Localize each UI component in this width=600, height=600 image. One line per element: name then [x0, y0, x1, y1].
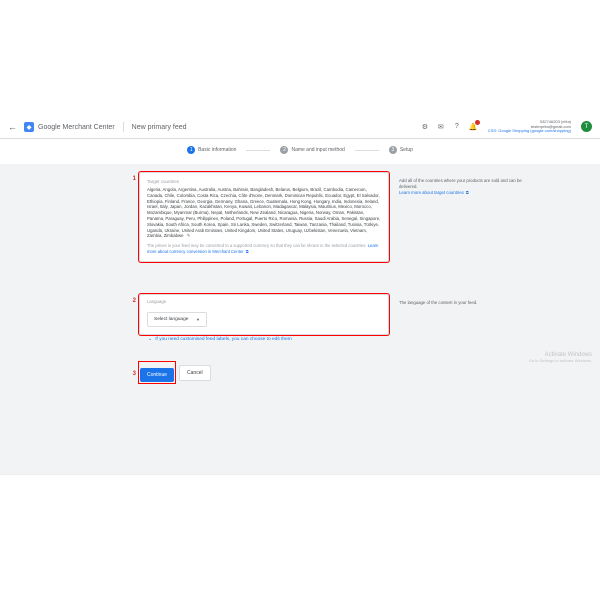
- language-row: 2 Language Select language ▼ The languag…: [130, 294, 529, 335]
- target-countries-row: 1 Target countries Algeria, Angola, Arge…: [130, 172, 529, 262]
- stepper: 1 Basic information 2 Name and input met…: [0, 146, 600, 154]
- annotation-2: 2: [130, 298, 136, 335]
- step-number-icon: 1: [187, 146, 195, 154]
- logo-mark-icon: ◆: [24, 122, 34, 132]
- footer-text: The prices in your feed may be converted…: [147, 243, 368, 248]
- target-countries-footer: The prices in your feed may be converted…: [147, 243, 381, 254]
- continue-annotation-box: Continue: [139, 362, 175, 383]
- step-setup[interactable]: 3 Setup: [389, 146, 413, 154]
- continue-button[interactable]: Continue: [140, 368, 174, 382]
- step-separator: [246, 150, 270, 151]
- language-select-value: Select language: [154, 317, 188, 322]
- step-label: Name and input method: [291, 147, 344, 153]
- language-help-text: The language of the content in your feed…: [399, 300, 529, 306]
- watermark-line2: Go to Settings to activate Windows.: [529, 358, 592, 363]
- annotation-1: 1: [130, 176, 136, 262]
- chevron-down-icon: ▼: [196, 317, 200, 322]
- custom-feed-labels-text: If you need customised feed labels, you …: [155, 337, 292, 342]
- target-countries-learn-link[interactable]: Learn more about target countries ⧉: [399, 190, 469, 195]
- external-icon: ⧉: [465, 190, 469, 195]
- target-countries-list: Algeria, Angola, Argentina, Australia, A…: [147, 187, 381, 239]
- target-countries-help: Add all of the countries where your prod…: [399, 172, 529, 262]
- notification-badge: [475, 120, 480, 125]
- account-info: 532746203 (eHa) testerprita@gmail.com CS…: [488, 120, 571, 134]
- windows-activation-watermark: Activate Windows Go to Settings to activ…: [529, 352, 592, 363]
- app-logo[interactable]: ◆ Google Merchant Center: [24, 122, 115, 132]
- chevron-down-icon: ⌄: [148, 336, 152, 342]
- help-icon[interactable]: ?: [452, 122, 462, 132]
- cancel-button[interactable]: Cancel: [179, 365, 211, 381]
- language-help: The language of the content in your feed…: [399, 294, 529, 335]
- step-number-icon: 3: [389, 146, 397, 154]
- annotation-3: 3: [130, 371, 136, 377]
- step-name-method[interactable]: 2 Name and input method: [280, 146, 344, 154]
- app-name: Google Merchant Center: [38, 124, 115, 131]
- avatar[interactable]: T: [581, 121, 592, 132]
- external-icon: ⧉: [245, 249, 249, 254]
- step-label: Setup: [400, 147, 413, 153]
- language-label: Language: [147, 299, 381, 304]
- page-title: New primary feed: [132, 124, 187, 131]
- step-number-icon: 2: [280, 146, 288, 154]
- target-help-text: Add all of the countries where your prod…: [399, 178, 529, 190]
- bell-icon[interactable]: 🔔: [468, 122, 478, 132]
- header-actions: ⚙ ✉ ? 🔔 532746203 (eHa) testerprita@gmai…: [420, 120, 592, 134]
- gear-icon[interactable]: ⚙: [420, 122, 430, 132]
- page-frame: ← ◆ Google Merchant Center New primary f…: [0, 0, 600, 600]
- edit-countries-icon[interactable]: ✎: [187, 233, 191, 238]
- header-divider: [123, 122, 124, 132]
- step-basic-info[interactable]: 1 Basic information: [187, 146, 236, 154]
- target-countries-card: Target countries Algeria, Angola, Argent…: [139, 172, 389, 262]
- back-arrow-icon[interactable]: ←: [8, 122, 18, 132]
- top-bar: ← ◆ Google Merchant Center New primary f…: [0, 118, 600, 136]
- bottom-rule: [0, 474, 600, 475]
- mail-icon[interactable]: ✉: [436, 122, 446, 132]
- action-buttons: 3 Continue Cancel: [130, 362, 211, 383]
- account-css-link[interactable]: CSS: Google Shopping (google.com/shoppin…: [488, 129, 571, 134]
- step-label: Basic information: [198, 147, 236, 153]
- target-countries-label: Target countries: [147, 179, 381, 184]
- header-rule: [0, 138, 600, 139]
- countries-text: Algeria, Angola, Argentina, Australia, A…: [147, 187, 380, 238]
- custom-feed-labels-toggle[interactable]: ⌄ If you need customised feed labels, yo…: [148, 336, 292, 342]
- language-card: Language Select language ▼: [139, 294, 389, 335]
- step-separator: [355, 150, 379, 151]
- language-select[interactable]: Select language ▼: [147, 312, 207, 327]
